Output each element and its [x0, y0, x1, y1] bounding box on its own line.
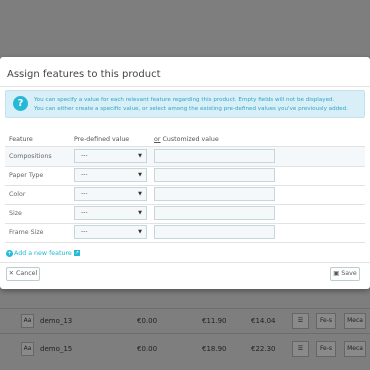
select-value: ---	[81, 171, 88, 178]
select-value: ---	[81, 190, 88, 197]
row-divider	[5, 242, 365, 243]
product-price: €11.90	[202, 317, 227, 325]
product-name: demo_13	[40, 317, 73, 325]
list-icon[interactable]: ☰	[292, 341, 309, 357]
feature-row: Color --- ▼	[5, 185, 365, 204]
table-row: Aa demo_15 €0.00 €18.90 €22.30 ☰ Fe-s Me…	[0, 337, 370, 361]
feature-label: Size	[9, 210, 22, 217]
product-price: €0.00	[137, 317, 158, 325]
row-button[interactable]: Fe-s	[316, 341, 336, 357]
footer-divider	[0, 262, 370, 263]
add-feature-label: Add a new feature	[14, 250, 72, 257]
column-header-custom: or Customized value	[154, 136, 219, 143]
floppy-disk-icon: ▣	[333, 270, 340, 277]
predefined-value-select[interactable]: --- ▼	[74, 225, 147, 239]
caret-down-icon: ▼	[138, 210, 142, 216]
predefined-value-select[interactable]: --- ▼	[74, 168, 147, 182]
select-value: ---	[81, 209, 88, 216]
product-price: €18.90	[202, 345, 227, 353]
select-value: ---	[81, 228, 88, 235]
feature-row: Size --- ▼	[5, 204, 365, 223]
custom-label: Customized value	[160, 136, 219, 143]
assign-features-modal: Assign features to this product ? You ca…	[0, 57, 370, 289]
custom-value-input[interactable]	[154, 187, 275, 201]
info-text: You can specify a value for each relevan…	[34, 97, 335, 103]
info-alert: ? You can specify a value for each relev…	[5, 90, 365, 118]
list-icon[interactable]: ☰	[292, 313, 309, 329]
text-style-icon: Aa	[21, 314, 34, 328]
save-button[interactable]: ▣ Save	[330, 267, 360, 281]
row-button[interactable]: Meca	[344, 313, 366, 329]
caret-down-icon: ▼	[138, 229, 142, 235]
row-divider	[0, 333, 370, 334]
custom-value-input[interactable]	[154, 225, 275, 239]
row-button[interactable]: Fe-s	[316, 313, 336, 329]
divider	[0, 86, 370, 87]
predefined-value-select[interactable]: --- ▼	[74, 187, 147, 201]
caret-down-icon: ▼	[138, 153, 142, 159]
custom-value-input[interactable]	[154, 149, 275, 163]
product-price: €14.04	[251, 317, 276, 325]
feature-row: Frame Size --- ▼	[5, 223, 365, 242]
plus-circle-icon: +	[6, 249, 13, 257]
text-style-icon: Aa	[21, 342, 34, 356]
select-value: ---	[81, 152, 88, 159]
feature-row: Compositions --- ▼	[5, 147, 365, 166]
column-header-feature: Feature	[9, 136, 33, 143]
predefined-value-select[interactable]: --- ▼	[74, 206, 147, 220]
modal-title: Assign features to this product	[7, 69, 161, 80]
cancel-button[interactable]: ✕ Cancel	[6, 267, 40, 281]
product-price: €22.30	[251, 345, 276, 353]
feature-label: Color	[9, 191, 26, 198]
save-label: Save	[341, 270, 357, 277]
product-name: demo_15	[40, 345, 73, 353]
table-row: Aa demo_13 €0.00 €11.90 €14.04 ☰ Fe-s Me…	[0, 309, 370, 333]
caret-down-icon: ▼	[138, 191, 142, 197]
predefined-value-select[interactable]: --- ▼	[74, 149, 147, 163]
close-icon: ✕	[8, 270, 14, 277]
product-price: €0.00	[137, 345, 158, 353]
cancel-label: Cancel	[15, 270, 38, 277]
feature-label: Paper Type	[9, 172, 44, 179]
caret-down-icon: ▼	[138, 172, 142, 178]
custom-value-input[interactable]	[154, 206, 275, 220]
info-text: You can either create a specific value, …	[34, 106, 348, 112]
feature-label: Compositions	[9, 153, 52, 160]
custom-value-input[interactable]	[154, 168, 275, 182]
feature-label: Frame Size	[9, 229, 44, 236]
feature-row: Paper Type --- ▼	[5, 166, 365, 185]
external-link-icon: ↗	[73, 250, 80, 256]
row-button[interactable]: Meca	[344, 341, 366, 357]
column-header-predefined: Pre-defined value	[74, 136, 130, 143]
add-feature-link[interactable]: + Add a new feature ↗	[6, 249, 80, 259]
info-icon: ?	[13, 96, 28, 111]
